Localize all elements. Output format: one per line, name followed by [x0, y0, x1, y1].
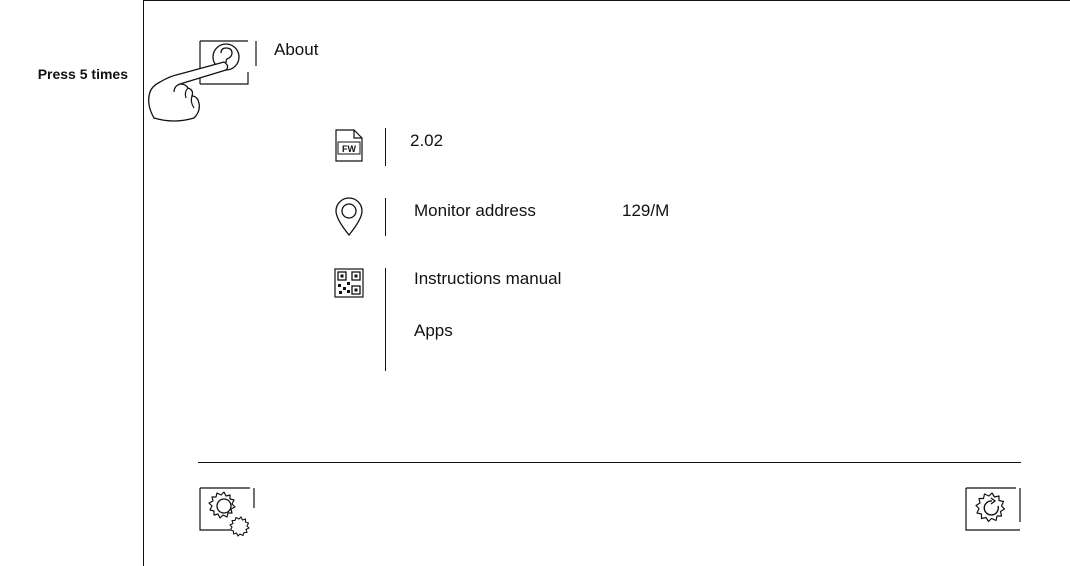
firmware-version-value: 2.02: [410, 131, 444, 150]
settings-button[interactable]: [196, 486, 258, 540]
address-divider: [385, 198, 386, 236]
monitor-address-label: Monitor address: [414, 201, 536, 220]
location-pin-icon: [334, 197, 364, 237]
about-title: About: [274, 40, 319, 59]
apps-link[interactable]: Apps: [414, 321, 453, 341]
settings-refresh-button[interactable]: [962, 486, 1024, 540]
fw-icon-label: FW: [342, 144, 356, 154]
links-divider: [385, 268, 386, 371]
qr-code-icon: [334, 268, 366, 300]
settings-gears-icon: [199, 487, 255, 537]
footer-divider: [198, 462, 1021, 463]
instructions-manual-link[interactable]: Instructions manual: [414, 269, 561, 289]
fw-icon: FW: [334, 128, 366, 164]
monitor-address-value: 129/M: [622, 201, 670, 220]
fw-divider: [385, 128, 386, 166]
press-5-times-caption: Press 5 times: [37, 66, 128, 82]
settings-refresh-icon: [965, 487, 1021, 531]
pressing-hand-icon: [140, 52, 230, 122]
monitor-screen-frame: [143, 0, 1070, 566]
